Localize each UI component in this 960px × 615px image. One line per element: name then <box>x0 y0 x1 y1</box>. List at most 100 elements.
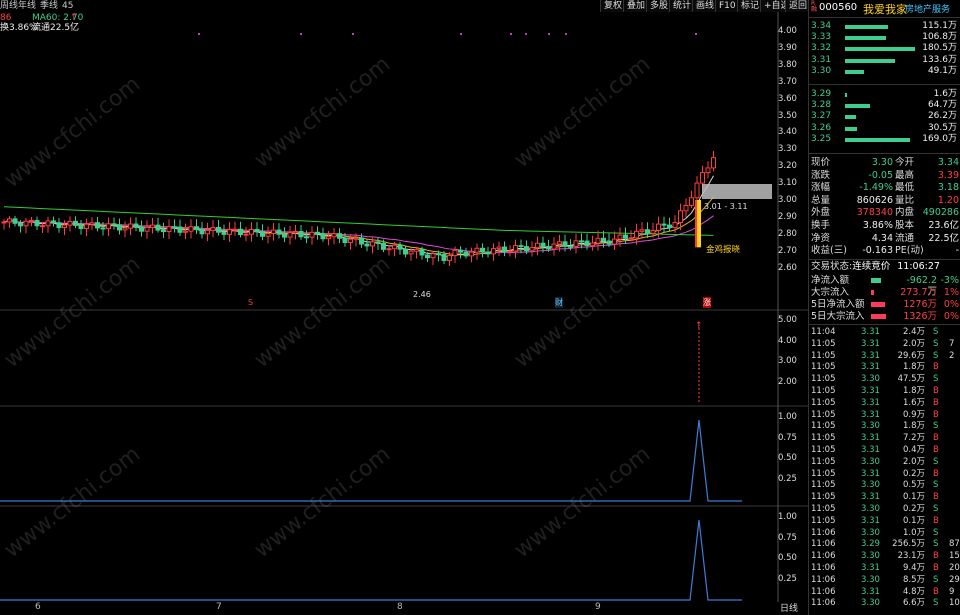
candle <box>507 250 513 253</box>
candle <box>254 228 260 233</box>
tick-direction: B <box>933 468 939 479</box>
tick-time: 11:05 <box>811 504 836 514</box>
orderbook-price: 3.27 <box>811 111 832 122</box>
price-tick: 3.40 <box>778 127 797 138</box>
candle <box>381 242 386 250</box>
candle <box>656 223 661 231</box>
tool-fuquan[interactable]: 复权 <box>600 0 626 12</box>
tick-time: 11:05 <box>811 374 836 385</box>
candle <box>447 255 452 262</box>
tick-row: 11:05 3.31 0.9万 B <box>809 410 960 422</box>
ma60-line <box>3 206 714 236</box>
flow-value: 273.7万 <box>900 287 937 298</box>
marker-zhang[interactable]: 涨 <box>703 297 711 308</box>
tool-draw[interactable]: 画线 <box>692 0 718 12</box>
tick-price: 3.31 <box>861 515 880 526</box>
tick-direction: S <box>933 504 939 514</box>
tab-weekly[interactable]: 周线 <box>0 0 18 12</box>
tick-price: 3.31 <box>861 327 880 337</box>
tick-direction: S <box>933 574 939 585</box>
candle <box>133 223 139 228</box>
candle <box>397 244 403 250</box>
quote-row: 换手 3.86% 股本 23.6亿 <box>809 220 960 231</box>
tick-count: 2 <box>949 350 955 361</box>
tool-overlay[interactable]: 叠加 <box>623 0 649 12</box>
signal-dot <box>198 33 200 35</box>
tick-volume: 4.8万 <box>902 586 925 597</box>
tool-f10[interactable]: F10 <box>715 0 739 12</box>
period-mode-label[interactable]: 日线 <box>780 601 798 614</box>
tick-volume: 0.2万 <box>902 504 925 514</box>
tick-row: 11:05 3.31 1.6万 B <box>809 398 960 410</box>
quote-label: 换手 <box>811 220 831 231</box>
flow-pct: 0% <box>943 299 959 310</box>
candle <box>282 233 287 238</box>
tick-direction: S <box>933 527 939 538</box>
range-label: 3.01 - 3.11 <box>704 202 748 211</box>
industry-tag[interactable]: 房地产服务 <box>905 2 950 15</box>
orderbook-volume: 49.1万 <box>927 65 957 76</box>
signal-label: 金鸡报晓 <box>706 245 741 255</box>
tick-row: 11:05 3.31 1.8万 B <box>809 362 960 374</box>
quote-value: 3.18 <box>937 182 959 194</box>
candle <box>606 240 612 245</box>
quote-row: 收益(三) -0.163 PE(动) - <box>809 245 960 256</box>
tick-count: 20 <box>949 563 960 573</box>
tick-row: 11:05 3.31 0.2万 B <box>809 469 960 481</box>
tick-row: 11:06 3.31 9.4万 B 20 <box>809 563 960 575</box>
tick-time: 11:05 <box>811 338 836 349</box>
orderbook-volume-bar <box>845 58 896 63</box>
stock-name: 我爱我家 <box>863 3 907 16</box>
quote-row: 涨幅 -1.49% 最低 3.18 <box>809 182 960 193</box>
marker-s[interactable]: S <box>248 298 253 307</box>
candle <box>480 247 485 253</box>
candle <box>106 223 111 230</box>
flow-row: 净流入额 -962.2万 -3% <box>809 275 960 297</box>
tick-time: 11:05 <box>811 350 836 361</box>
tick-volume: 2.0万 <box>902 456 925 467</box>
tool-multi[interactable]: 多股 <box>646 0 672 12</box>
candle <box>331 233 337 238</box>
tick-direction: B <box>933 445 939 455</box>
orderbook-volume-bar <box>845 25 889 29</box>
tab-yearly[interactable]: 年线 <box>18 0 36 12</box>
orderbook-volume: 180.5万 <box>922 43 957 54</box>
candle <box>623 234 628 239</box>
candle <box>348 238 353 243</box>
tick-direction: S <box>933 374 939 385</box>
orderbook-row: 3.33 106.8万 <box>809 32 959 43</box>
candle <box>672 221 678 229</box>
candle <box>78 224 84 230</box>
quote-value: 378340 <box>856 207 893 219</box>
marker-cai[interactable]: 财 <box>555 297 563 308</box>
tick-time: 11:04 <box>811 327 836 337</box>
signal-dot <box>695 33 697 35</box>
candle <box>122 227 128 231</box>
tick-row: 11:05 3.31 1.8万 B <box>809 386 960 398</box>
candle <box>260 231 265 237</box>
candle <box>287 232 293 238</box>
tick-price: 3.31 <box>861 586 880 597</box>
candle <box>359 237 364 245</box>
tool-back[interactable]: 返回 <box>785 0 811 12</box>
tick-time: 11:05 <box>811 480 836 491</box>
indicator1-tick: 0.25 <box>778 473 797 484</box>
candle <box>452 249 458 257</box>
stock-code: 000560 <box>819 2 858 13</box>
indicator1-tick: 0.75 <box>778 432 797 443</box>
candle <box>172 226 177 229</box>
tool-stats[interactable]: 统计 <box>669 0 695 12</box>
tick-time: 11:06 <box>811 586 836 597</box>
tick-row: 11:04 3.31 2.4万 S <box>809 327 960 339</box>
candle <box>595 237 601 244</box>
tab-quarterly[interactable]: 季线 <box>40 0 58 12</box>
price-tick: 3.50 <box>778 110 797 121</box>
tab-45[interactable]: 45 <box>62 0 73 12</box>
indicator2-line <box>0 519 742 601</box>
tick-direction: B <box>933 492 939 503</box>
quote-value: 1.20 <box>937 194 959 206</box>
signal-bar-edge <box>695 200 697 248</box>
quote-value: 490286 <box>922 207 959 219</box>
candle <box>353 237 359 240</box>
tool-mark[interactable]: 标记 <box>737 0 763 12</box>
